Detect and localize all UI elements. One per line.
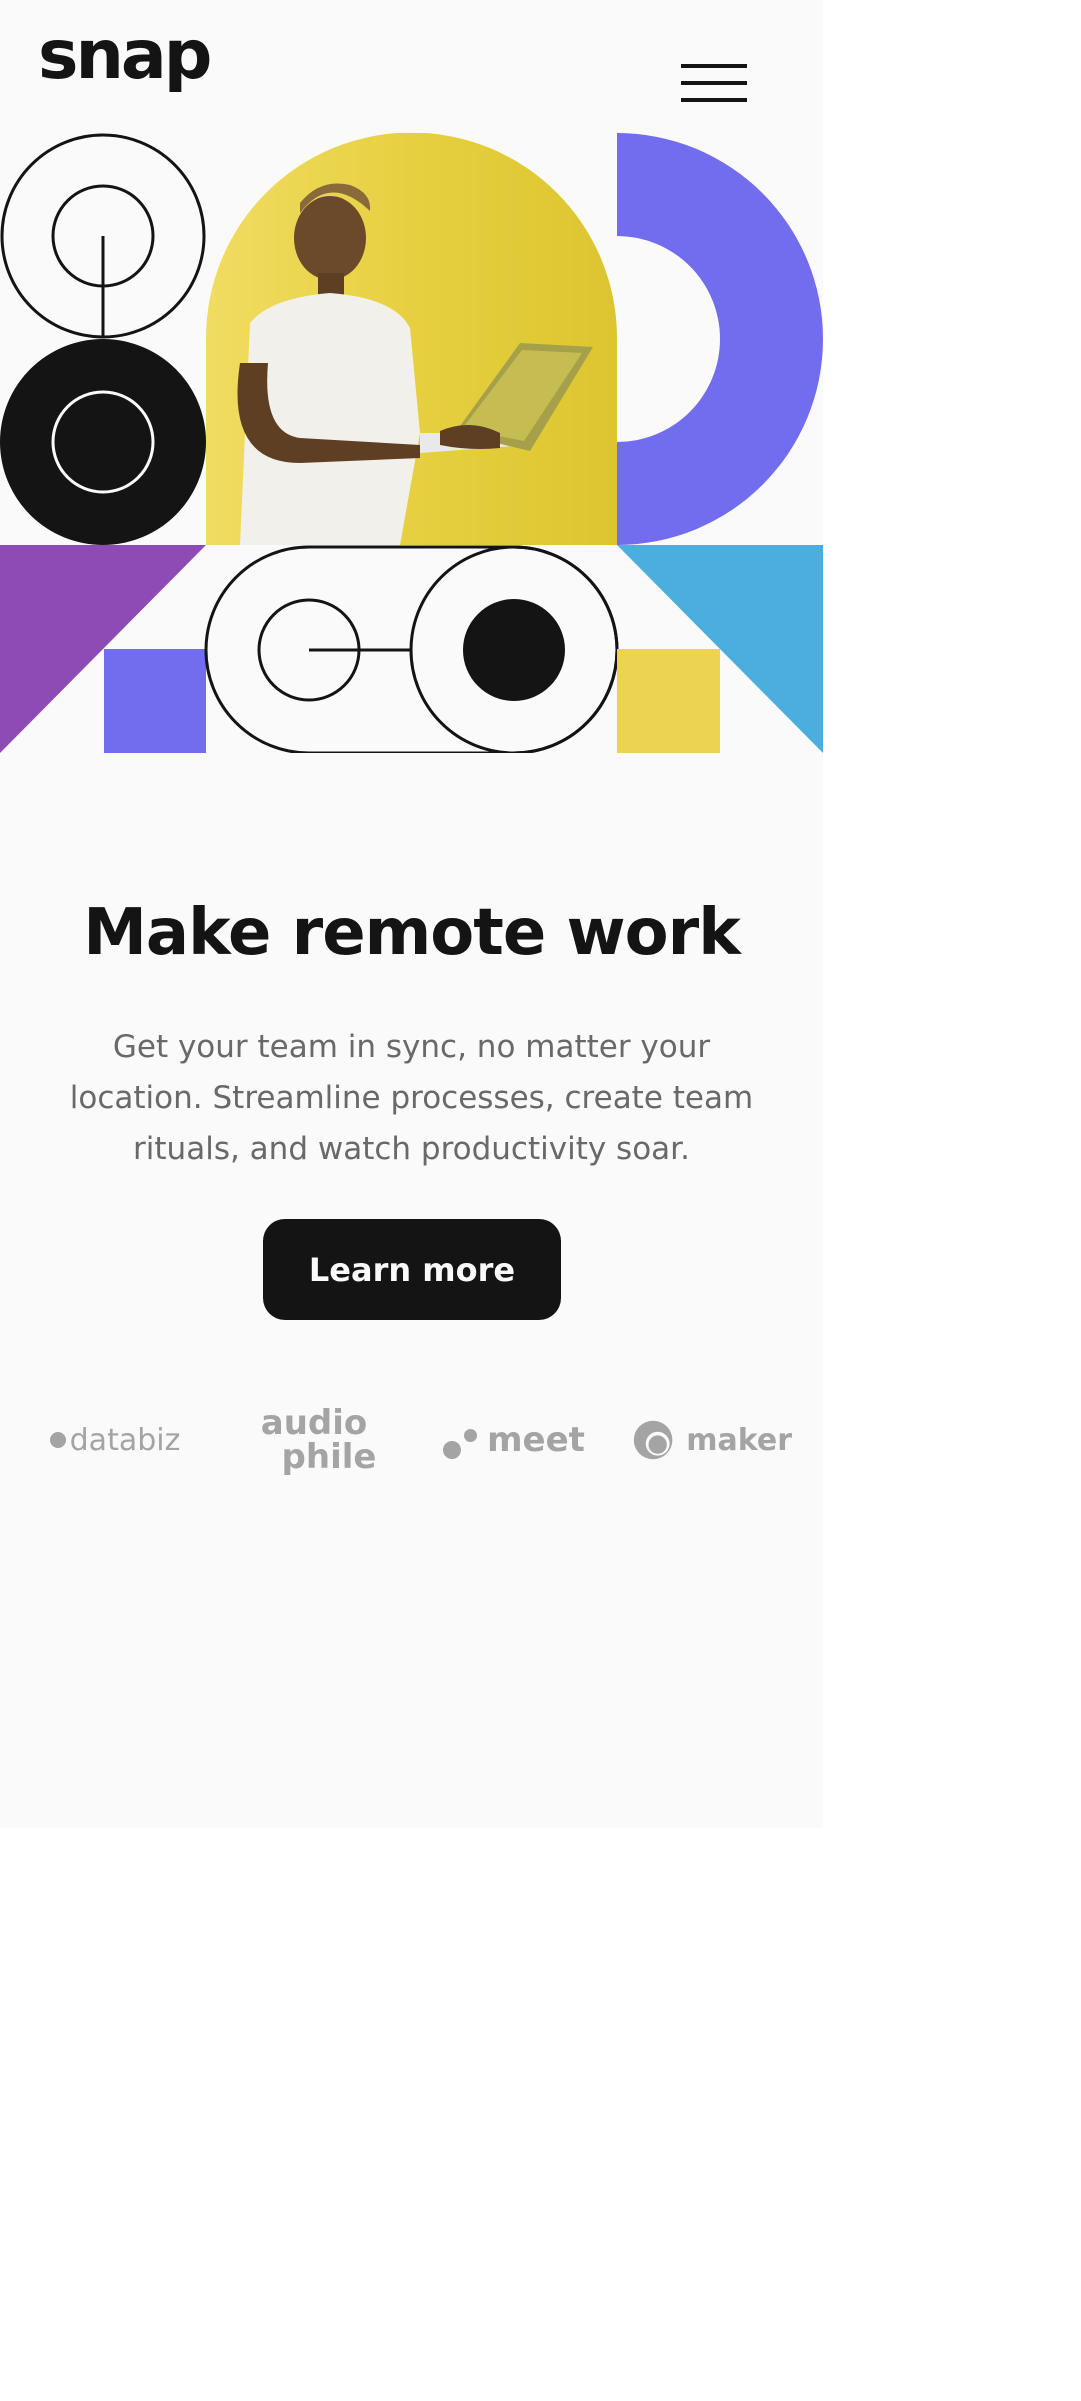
maker-mark-icon	[633, 1420, 673, 1460]
hero-illustration	[0, 133, 823, 753]
meet-dot-icon	[443, 1441, 462, 1459]
purple-half-ring-graphic	[617, 133, 823, 545]
hero-description: Get your team in sync, no matter your lo…	[69, 1029, 754, 1167]
learn-more-button[interactable]: Learn more	[263, 1219, 561, 1320]
hamburger-menu-icon[interactable]	[681, 64, 747, 104]
yellow-square-graphic	[617, 649, 720, 753]
menu-line	[681, 98, 747, 102]
page: snap Make remote work Get your team in s…	[0, 0, 823, 1828]
audiophile-text-line1: audio	[260, 1403, 368, 1443]
hero-graphic	[0, 133, 823, 753]
brand-logo[interactable]: snap	[38, 22, 212, 90]
audiophile-text-line2: phile	[281, 1437, 377, 1477]
client-logos: databiz audio phile meet maker	[0, 1395, 823, 1485]
databiz-dot-icon	[49, 1432, 66, 1448]
outline-circle-graphic	[0, 133, 206, 339]
menu-line	[681, 81, 747, 85]
maker-text: maker	[686, 1422, 792, 1458]
meet-logo: meet	[434, 1395, 594, 1485]
headline: Make remote work	[83, 896, 741, 970]
menu-line	[681, 64, 747, 68]
hero-photo	[206, 133, 617, 545]
databiz-logo: databiz	[40, 1395, 190, 1485]
maker-logo: maker	[632, 1395, 792, 1485]
pill-graphic	[204, 545, 619, 753]
databiz-text: databiz	[69, 1422, 181, 1458]
purple-square-graphic	[104, 649, 206, 753]
meet-dot-small-icon	[464, 1428, 478, 1442]
audiophile-logo: audio phile	[234, 1395, 394, 1485]
black-circle-graphic	[0, 339, 206, 545]
meet-text: meet	[487, 1420, 585, 1460]
